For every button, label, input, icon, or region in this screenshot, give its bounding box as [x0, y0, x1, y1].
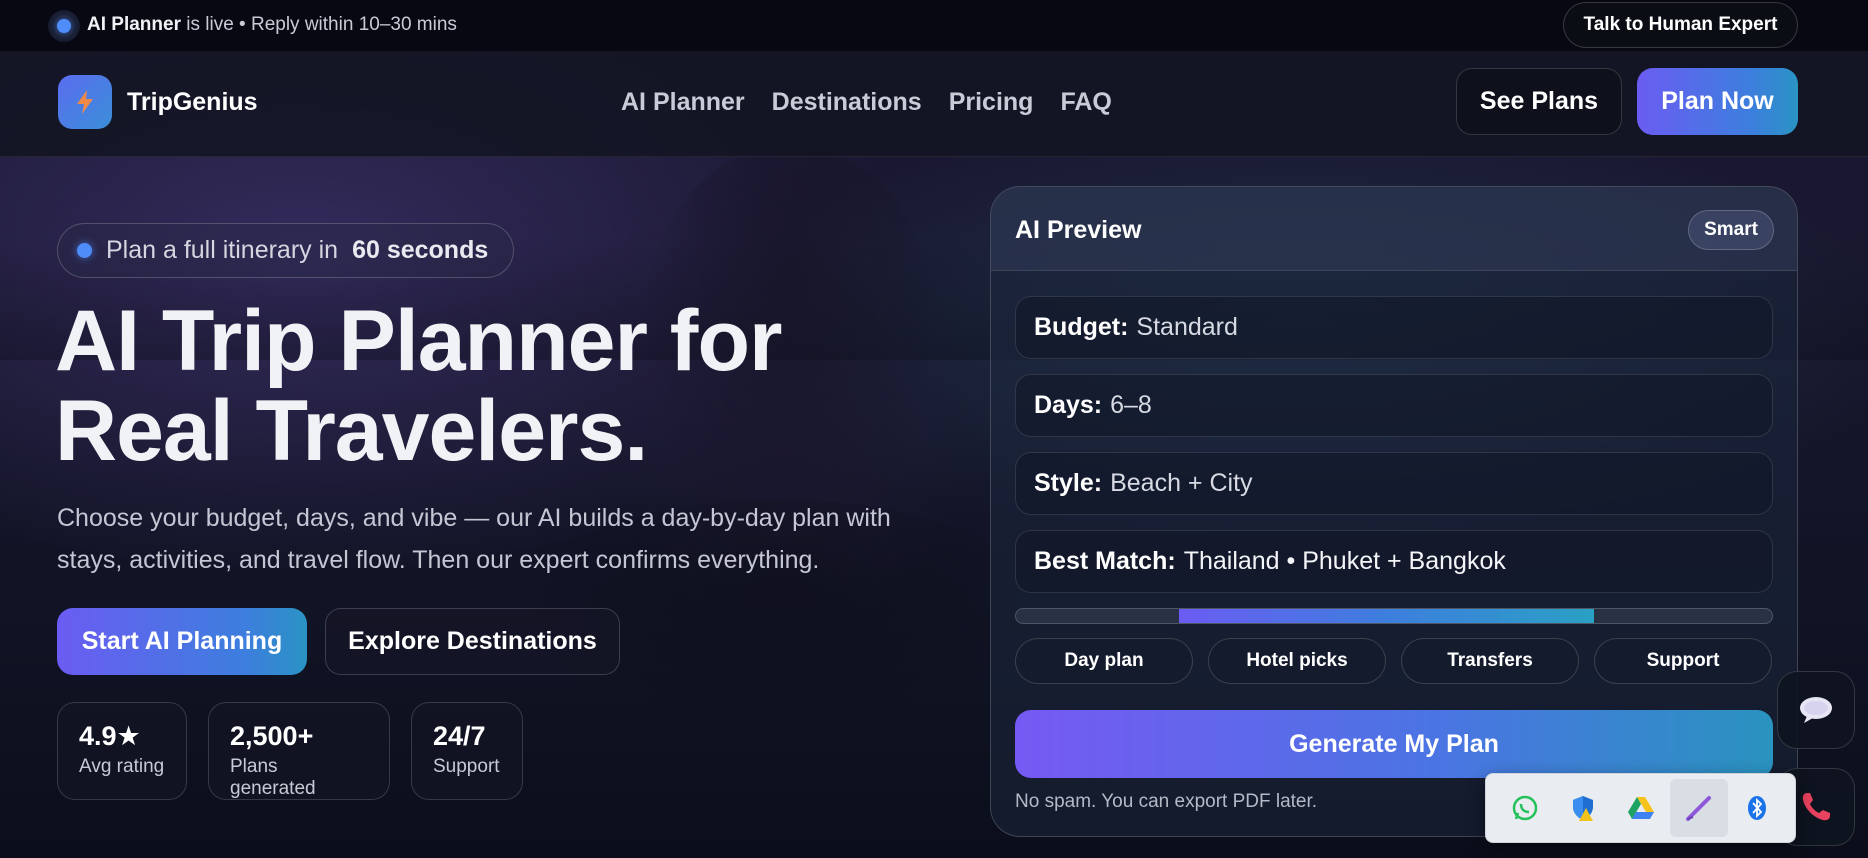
ai-preview-header: AI Preview Smart: [991, 187, 1797, 271]
brand-name[interactable]: TripGenius: [127, 88, 258, 117]
chip-hotel-picks[interactable]: Hotel picks: [1208, 638, 1386, 684]
stat-value: 4.9★: [79, 721, 141, 751]
ai-preview-title: AI Preview: [1015, 216, 1142, 244]
tray-pen[interactable]: [1670, 779, 1728, 837]
live-indicator-icon: [48, 10, 80, 42]
live-dot: [57, 19, 71, 33]
progress-fill: [1178, 609, 1595, 623]
bluetooth-icon: [1748, 796, 1766, 820]
start-ai-planning-button[interactable]: Start AI Planning: [57, 608, 307, 675]
field-value: Beach + City: [1110, 469, 1253, 497]
pill-strong-text: 60 seconds: [352, 236, 489, 264]
tray-security[interactable]: [1554, 779, 1612, 837]
tray-whatsapp[interactable]: [1496, 779, 1554, 837]
nav-link-ai-planner[interactable]: AI Planner: [621, 88, 745, 117]
logo-bolt-icon[interactable]: [58, 75, 112, 129]
style-field[interactable]: Style: Beach + City: [1015, 452, 1773, 515]
chip-transfers[interactable]: Transfers: [1401, 638, 1579, 684]
field-value: 6–8: [1110, 391, 1152, 419]
announcement-bar: AI Planner is live • Reply within 10–30 …: [0, 0, 1868, 52]
field-key: Budget:: [1034, 313, 1129, 341]
hero-title-line-2: Real Travelers.: [55, 383, 648, 479]
security-shield-icon: [1573, 796, 1593, 821]
google-drive-icon: [1628, 797, 1654, 819]
chip-day-plan[interactable]: Day plan: [1015, 638, 1193, 684]
bolt-icon: [77, 90, 93, 114]
live-status-strong: AI Planner: [87, 14, 181, 35]
field-key: Style:: [1034, 469, 1103, 497]
whatsapp-icon: [1512, 795, 1538, 821]
stat-value: 2,500+: [230, 721, 314, 751]
stat-label: Avg rating: [79, 756, 165, 777]
phone-icon: [1802, 793, 1830, 821]
pill-dot-icon: [77, 243, 92, 258]
days-field[interactable]: Days: 6–8: [1015, 374, 1773, 437]
pill-text: Plan a full itinerary in: [106, 236, 339, 264]
plan-now-button[interactable]: Plan Now: [1637, 68, 1798, 135]
pen-icon: [1686, 796, 1711, 821]
system-tray-popup: [1485, 773, 1796, 843]
hero-subtitle: Choose your budget, days, and vibe — our…: [57, 504, 891, 574]
stat-support: 24/7 Support: [411, 702, 523, 800]
chat-button[interactable]: [1777, 671, 1855, 749]
tray-google-drive[interactable]: [1612, 779, 1670, 837]
generate-plan-button[interactable]: Generate My Plan: [1015, 710, 1773, 778]
best-match-field[interactable]: Best Match: Thailand • Phuket + Bangkok: [1015, 530, 1773, 593]
smart-badge: Smart: [1688, 210, 1774, 250]
chip-support[interactable]: Support: [1594, 638, 1772, 684]
ai-preview-card: AI Preview Smart Budget: Standard Days: …: [990, 186, 1798, 837]
tray-bluetooth[interactable]: [1728, 779, 1786, 837]
field-key: Days:: [1034, 391, 1103, 419]
planning-progress-bar: [1015, 608, 1773, 624]
talk-to-expert-button[interactable]: Talk to Human Expert: [1563, 2, 1798, 48]
budget-field[interactable]: Budget: Standard: [1015, 296, 1773, 359]
feature-chips: Day plan Hotel picks Transfers Support: [1015, 638, 1772, 684]
chat-bubble-icon: [1800, 697, 1832, 723]
field-value: Standard: [1136, 313, 1238, 341]
main-navbar: TripGenius AI Planner Destinations Prici…: [0, 52, 1868, 157]
hero-title: AI Trip Planner for Real Travelers.: [55, 293, 782, 479]
explore-destinations-button[interactable]: Explore Destinations: [325, 608, 620, 675]
hero-title-line-1: AI Trip Planner for: [55, 293, 782, 389]
field-value: Thailand • Phuket + Bangkok: [1183, 547, 1506, 575]
field-key: Best Match:: [1034, 547, 1176, 575]
stat-value: 24/7: [433, 721, 486, 751]
stat-plans: 2,500+ Plans generated: [208, 702, 390, 800]
nav-link-faq[interactable]: FAQ: [1060, 88, 1111, 117]
stat-label: Support: [433, 756, 500, 777]
itinerary-pill: Plan a full itinerary in 60 seconds: [57, 223, 514, 278]
fineprint: No spam. You can export PDF later.: [1015, 791, 1318, 812]
nav-link-destinations[interactable]: Destinations: [772, 88, 922, 117]
nav-link-pricing[interactable]: Pricing: [949, 88, 1034, 117]
live-status-rest: is live • Reply within 10–30 mins: [186, 14, 457, 35]
nav-links: AI Planner Destinations Pricing FAQ: [621, 88, 1112, 117]
live-status-text: AI Planner is live • Reply within 10–30 …: [87, 14, 457, 36]
stat-label: Plans generated: [230, 756, 316, 799]
see-plans-button[interactable]: See Plans: [1456, 68, 1622, 135]
stat-rating: 4.9★ Avg rating: [57, 702, 187, 800]
